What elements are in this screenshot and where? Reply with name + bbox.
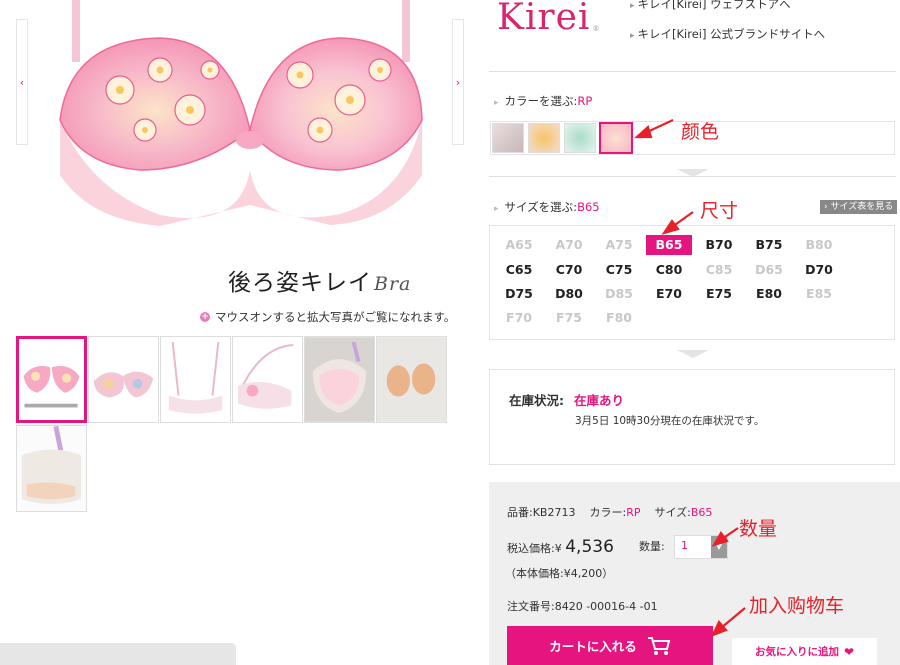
- size-option-e80[interactable]: E80: [746, 284, 792, 304]
- stock-value: 在庫あり: [574, 393, 625, 408]
- size-option-d85: D85: [605, 286, 633, 301]
- size-option-c65[interactable]: C65: [496, 260, 542, 280]
- zoom-hint: + マウスオンすると拡大写真がご覧になれます。: [200, 310, 456, 324]
- chevron-down-icon: ▼: [711, 536, 727, 558]
- annotation-size: 尺寸: [700, 200, 739, 222]
- color-swatch-2[interactable]: [528, 123, 560, 153]
- thumbnail-4[interactable]: [232, 336, 303, 423]
- color-swatch-4[interactable]: [599, 122, 633, 154]
- add-to-favorites-button[interactable]: お気に入りに追加 ❤: [732, 638, 877, 665]
- thumbnail-2[interactable]: [88, 336, 159, 423]
- annotation-quantity: 数量: [739, 518, 778, 540]
- color-swatch-1[interactable]: [492, 123, 524, 153]
- thumbnail-6[interactable]: [376, 336, 447, 423]
- plus-icon: +: [200, 312, 210, 322]
- size-option-f80: F80: [606, 310, 632, 325]
- size-option-a75: A75: [605, 237, 633, 252]
- gallery-prev-button[interactable]: ‹: [16, 19, 28, 145]
- add-to-cart-button[interactable]: カートに入れる: [507, 626, 713, 665]
- size-option-c80[interactable]: C80: [646, 260, 692, 280]
- size-option-c70[interactable]: C70: [546, 260, 592, 280]
- size-option-b65[interactable]: B65: [646, 235, 692, 255]
- stock-label: 在庫状況:: [509, 393, 564, 408]
- size-option-d80[interactable]: D80: [546, 284, 592, 304]
- order-number: 注文番号:8420 -00016-4 -01: [507, 600, 658, 613]
- heart-icon: ❤: [843, 644, 855, 659]
- quantity-select[interactable]: 1 ▼: [674, 535, 728, 559]
- brand-site-link[interactable]: キレイ[Kirei] 公式ブランドサイトへ: [630, 26, 826, 42]
- annotation-cart: 加入购物车: [749, 595, 845, 617]
- cart-icon: [647, 636, 671, 655]
- size-option-b80: B80: [805, 237, 833, 252]
- divider: [489, 176, 896, 177]
- size-option-d75[interactable]: D75: [496, 284, 542, 304]
- size-option-b70[interactable]: B70: [696, 235, 742, 255]
- gallery-next-button[interactable]: ›: [452, 19, 464, 145]
- thumbnail-3[interactable]: [160, 336, 231, 423]
- qty-label: 数量:: [639, 540, 665, 553]
- size-option-e85: E85: [806, 286, 832, 301]
- size-option-e75[interactable]: E75: [696, 284, 742, 304]
- order-panel: 品番:KB2713 カラー:RP サイズ:B65 税込価格:¥ 4,536 数量…: [489, 482, 900, 665]
- thumbnail-5[interactable]: [304, 336, 375, 423]
- webstore-link[interactable]: キレイ[Kirei] ウェブストアへ: [630, 0, 791, 12]
- brand-logo[interactable]: Kirei ®: [497, 0, 600, 38]
- size-section-label: サイズを選ぶ:B65: [494, 199, 600, 215]
- stock-note: 3月5日 10時30分現在の在庫状況です。: [575, 415, 765, 427]
- price-value: 4,536: [565, 537, 614, 557]
- section-divider-arrow: [677, 350, 709, 358]
- size-option-b75[interactable]: B75: [746, 235, 792, 255]
- annotation-color: 颜色: [681, 121, 720, 143]
- price-row: 税込価格:¥ 4,536: [507, 537, 614, 557]
- size-option-c75[interactable]: C75: [596, 260, 642, 280]
- size-chart-button[interactable]: › サイズ表を見る: [820, 200, 898, 214]
- size-option-a65: A65: [505, 237, 533, 252]
- thumbnail-7[interactable]: [16, 425, 87, 512]
- product-title: 後ろ姿キレイ Bra: [228, 270, 412, 296]
- base-price: （本体価格:¥4,200）: [505, 567, 614, 580]
- main-product-image: [59, 0, 423, 226]
- bottom-tab: [0, 643, 236, 665]
- size-option-e70[interactable]: E70: [646, 284, 692, 304]
- divider: [489, 71, 896, 72]
- size-option-d70[interactable]: D70: [796, 260, 842, 280]
- stock-status-box: 在庫状況: 在庫あり 3月5日 10時30分現在の在庫状況です。: [489, 369, 895, 465]
- size-option-c85: C85: [705, 262, 733, 277]
- color-swatch-3[interactable]: [564, 123, 596, 153]
- size-option-f75: F75: [556, 310, 582, 325]
- color-section-label: カラーを選ぶ:RP: [494, 93, 593, 109]
- product-info: 品番:KB2713 カラー:RP サイズ:B65: [507, 506, 713, 519]
- thumbnail-1[interactable]: [16, 336, 87, 423]
- size-option-f70: F70: [506, 310, 532, 325]
- size-option-d65: D65: [755, 262, 783, 277]
- size-option-a70: A70: [555, 237, 583, 252]
- size-grid: A65 A70 A75 B65 B70 B75 B80 C65 C70 C75 C80 C85 D65 D…: [489, 225, 895, 340]
